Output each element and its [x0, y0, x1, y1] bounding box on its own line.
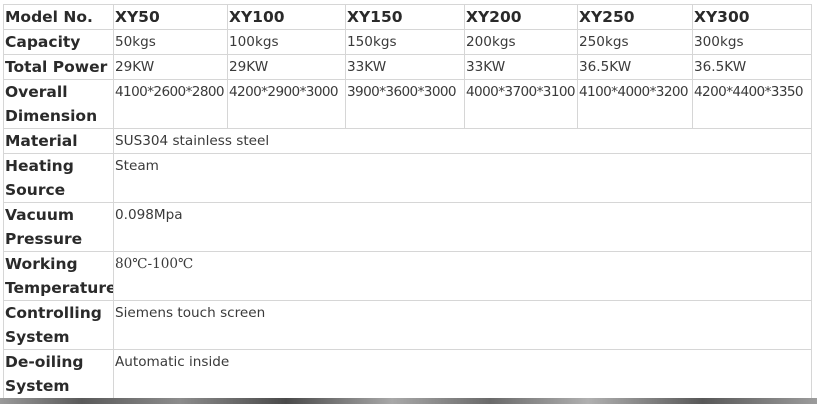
power-cell: 29KW — [113, 54, 228, 80]
row-label-de-oiling-system: De-oiling System — [3, 349, 114, 399]
material-value: SUS304 stainless steel — [113, 128, 812, 154]
table-header-row: Model No. XY50 XY100 XY150 XY200 XY250 X… — [3, 4, 812, 30]
heating-value: Steam — [113, 153, 812, 203]
row-label-total-power: Total Power — [3, 54, 114, 80]
row-label-heating-source: Heating Source — [3, 153, 114, 203]
table-row: Vacuum Pressure 0.098Mpa — [3, 202, 812, 252]
dimension-cell: 4100*4000*3200 — [577, 79, 693, 129]
model-cell: XY50 — [113, 4, 228, 30]
capacity-cell: 150kgs — [345, 29, 465, 55]
table-row: Total Power 29KW 29KW 33KW 33KW 36.5KW 3… — [3, 54, 812, 80]
temperature-value: 80℃-100℃ — [113, 251, 812, 301]
model-cell: XY300 — [692, 4, 812, 30]
dimension-cell: 4200*2900*3000 — [227, 79, 346, 129]
dimension-cell: 4200*4400*3350 — [692, 79, 812, 129]
control-value: Siemens touch screen — [113, 300, 812, 350]
product-photo-strip — [0, 398, 817, 404]
table-row: Heating Source Steam — [3, 153, 812, 203]
model-cell: XY250 — [577, 4, 693, 30]
table-row: Working Temperature 80℃-100℃ — [3, 251, 812, 301]
dimension-cell: 4100*2600*2800 — [113, 79, 228, 129]
table-row: Overall Dimension 4100*2600*2800 4200*29… — [3, 79, 812, 129]
power-cell: 29KW — [227, 54, 346, 80]
deoiling-value: Automatic inside — [113, 349, 812, 399]
power-cell: 33KW — [345, 54, 465, 80]
row-label-material: Material — [3, 128, 114, 154]
power-cell: 33KW — [464, 54, 578, 80]
model-cell: XY200 — [464, 4, 578, 30]
dimension-cell: 3900*3600*3000 — [345, 79, 465, 129]
table-row: Material SUS304 stainless steel — [3, 128, 812, 154]
model-cell: XY100 — [227, 4, 346, 30]
capacity-cell: 50kgs — [113, 29, 228, 55]
power-cell: 36.5KW — [692, 54, 812, 80]
table-row: Capacity 50kgs 100kgs 150kgs 200kgs 250k… — [3, 29, 812, 55]
row-label-capacity: Capacity — [3, 29, 114, 55]
row-label-overall-dimension: Overall Dimension — [3, 79, 114, 129]
table-row: De-oiling System Automatic inside — [3, 349, 812, 399]
capacity-cell: 100kgs — [227, 29, 346, 55]
spec-table: Model No. XY50 XY100 XY150 XY200 XY250 X… — [3, 4, 812, 399]
power-cell: 36.5KW — [577, 54, 693, 80]
dimension-cell: 4000*3700*3100 — [464, 79, 578, 129]
capacity-cell: 200kgs — [464, 29, 578, 55]
row-label-working-temperature: Working Temperature — [3, 251, 114, 301]
model-cell: XY150 — [345, 4, 465, 30]
capacity-cell: 300kgs — [692, 29, 812, 55]
table-row: Controlling System Siemens touch screen — [3, 300, 812, 350]
vacuum-value: 0.098Mpa — [113, 202, 812, 252]
capacity-cell: 250kgs — [577, 29, 693, 55]
header-model-no: Model No. — [3, 4, 114, 30]
row-label-controlling-system: Controlling System — [3, 300, 114, 350]
row-label-vacuum-pressure: Vacuum Pressure — [3, 202, 114, 252]
